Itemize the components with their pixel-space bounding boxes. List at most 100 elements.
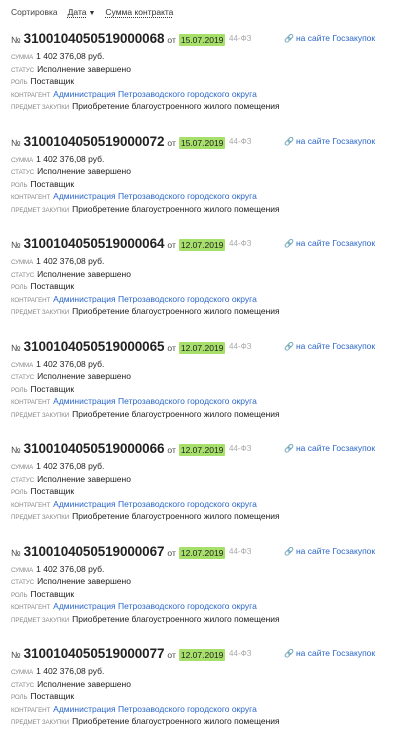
status-value: Исполнение завершено <box>37 576 131 586</box>
contract-item: № 3100104050519000068 от 15.07.2019 44-Ф… <box>0 23 400 126</box>
link-icon: 🔗 <box>284 649 294 658</box>
procurement-site-link[interactable]: 🔗 на сайте Госзакупок <box>284 136 375 146</box>
subject-label: ПРЕДМЕТ ЗАКУПКИ <box>11 411 70 419</box>
status-value: Исполнение завершено <box>37 166 131 176</box>
sum-label: СУММА <box>11 566 34 574</box>
procurement-site-link-label: на сайте Госзакупок <box>295 135 376 146</box>
contract-header: № 3100104050519000072 от 15.07.2019 44-Ф… <box>11 126 400 154</box>
sum-row: СУММА 1 402 376,08 руб. <box>11 461 400 474</box>
role-label: РОЛЬ <box>11 284 28 291</box>
counterparty-link[interactable]: Администрация Петрозаводского городского… <box>53 89 257 99</box>
role-label: РОЛЬ <box>11 591 28 599</box>
contract-number: 3100104050519000067 <box>23 543 165 559</box>
sum-value: 1 402 376,08 руб. <box>36 563 105 574</box>
subject-label: ПРЕДМЕТ ЗАКУПКИ <box>11 514 70 521</box>
status-value: Исполнение завершено <box>37 678 131 689</box>
contract-date: 12.07.2019 <box>178 546 226 559</box>
role-value: Поставщик <box>30 281 75 291</box>
sum-value: 1 402 376,08 руб. <box>36 461 105 471</box>
number-prefix: № <box>11 445 21 455</box>
status-row: СТАТУС Исполнение завершено <box>11 166 400 179</box>
link-icon: 🔗 <box>284 239 294 248</box>
number-prefix: № <box>11 547 21 558</box>
sum-label: СУММА <box>11 156 34 164</box>
counterparty-link[interactable]: Администрация Петрозаводского городского… <box>53 294 257 304</box>
contract-item: № 3100104050519000072 от 15.07.2019 44-Ф… <box>0 126 400 229</box>
counterparty-link[interactable]: Администрация Петрозаводского городского… <box>53 396 257 406</box>
status-row: СТАТУС Исполнение завершено <box>11 474 400 487</box>
link-icon: 🔗 <box>284 546 294 556</box>
contract-number: 3100104050519000066 <box>23 441 165 456</box>
role-label: РОЛЬ <box>11 489 28 496</box>
status-label: СТАТУС <box>11 374 35 381</box>
sum-row: СУММА 1 402 376,08 руб. <box>11 51 400 64</box>
subject-row: ПРЕДМЕТ ЗАКУПКИ Приобретение благоустроен… <box>11 409 400 422</box>
contract-item: № 3100104050519000066 от 12.07.2019 44-Ф… <box>0 433 400 536</box>
role-row: РОЛЬ Поставщик <box>11 281 400 294</box>
procurement-site-link[interactable]: 🔗 на сайте Госзакупок <box>284 341 375 351</box>
role-value: Поставщик <box>30 691 75 701</box>
procurement-site-link[interactable]: 🔗 на сайте Госзакупок <box>284 33 375 43</box>
status-row: СТАТУС Исполнение завершено <box>11 576 400 589</box>
counterparty-link[interactable]: Администрация Петрозаводского городского… <box>53 191 257 201</box>
subject-value: Приобретение благоустроенного жилого пом… <box>72 511 280 521</box>
sum-label: СУММА <box>11 464 34 471</box>
role-value: Поставщик <box>30 486 75 496</box>
subject-label: ПРЕДМЕТ ЗАКУПКИ <box>11 309 70 316</box>
role-row: РОЛЬ Поставщик <box>11 384 400 397</box>
counterparty-label: КОНТРАГЕНТ <box>11 194 51 201</box>
contract-number: 3100104050519000068 <box>23 31 165 46</box>
sum-value: 1 402 376,08 руб. <box>36 51 105 61</box>
role-label: РОЛЬ <box>11 386 28 394</box>
procurement-site-link[interactable]: 🔗 на сайте Госзакупок <box>284 238 375 248</box>
number-prefix: № <box>11 650 21 660</box>
contract-date: 12.07.2019 <box>178 649 226 661</box>
contract-number: 3100104050519000077 <box>23 646 165 661</box>
sum-row: СУММА 1 402 376,08 руб. <box>11 564 400 577</box>
contract-header: № 3100104050519000067 от 12.07.2019 44-Ф… <box>11 536 400 564</box>
procurement-site-link-label: на сайте Госзакупок <box>295 340 376 351</box>
sum-value: 1 402 376,08 руб. <box>36 358 105 369</box>
subject-row: ПРЕДМЕТ ЗАКУПКИ Приобретение благоустроен… <box>11 204 400 217</box>
role-row: РОЛЬ Поставщик <box>11 76 400 89</box>
counterparty-label: КОНТРАГЕНТ <box>11 604 51 611</box>
date-prefix: от <box>167 137 176 148</box>
counterparty-link[interactable]: Администрация Петрозаводского городского… <box>53 499 257 509</box>
number-prefix: № <box>11 137 21 148</box>
procurement-site-link-label: на сайте Госзакупок <box>295 443 376 453</box>
date-prefix: от <box>167 35 176 45</box>
contract-header: № 3100104050519000064 от 12.07.2019 44-Ф… <box>11 228 400 256</box>
procurement-site-link[interactable]: 🔗 на сайте Госзакупок <box>284 648 375 658</box>
procurement-site-link-label: на сайте Госзакупок <box>295 545 376 556</box>
sort-by-amount[interactable]: Сумма контракта <box>105 7 173 17</box>
procurement-site-link-label: на сайте Госзакупок <box>295 238 376 248</box>
status-row: СТАТУС Исполнение завершено <box>11 679 400 692</box>
law-badge: 44-ФЗ <box>229 239 252 248</box>
subject-value: Приобретение благоустроенного жилого пом… <box>72 101 280 111</box>
subject-row: ПРЕДМЕТ ЗАКУПКИ Приобретение благоустроен… <box>11 614 400 627</box>
subject-value: Приобретение благоустроенного жилого пом… <box>72 716 280 726</box>
subject-row: ПРЕДМЕТ ЗАКУПКИ Приобретение благоустроен… <box>11 716 400 729</box>
sum-row: СУММА 1 402 376,08 руб. <box>11 359 400 372</box>
counterparty-link[interactable]: Администрация Петрозаводского городского… <box>53 704 257 714</box>
sort-by-date[interactable]: Дата ▼ <box>68 7 96 17</box>
contract-number: 3100104050519000064 <box>23 236 165 251</box>
contract-list: № 3100104050519000068 от 15.07.2019 44-Ф… <box>0 23 400 741</box>
contract-item: № 3100104050519000065 от 12.07.2019 44-Ф… <box>0 331 400 434</box>
procurement-site-link[interactable]: 🔗 на сайте Госзакупок <box>284 546 375 556</box>
sum-value: 1 402 376,08 руб. <box>36 666 105 676</box>
counterparty-row: КОНТРАГЕНТ Администрация Петрозаводского … <box>11 89 400 102</box>
status-label: СТАТУС <box>11 169 35 176</box>
sum-value: 1 402 376,08 руб. <box>36 256 105 266</box>
counterparty-label: КОНТРАГЕНТ <box>11 501 51 509</box>
sum-row: СУММА 1 402 376,08 руб. <box>11 256 400 269</box>
subject-label: ПРЕДМЕТ ЗАКУПКИ <box>11 206 70 214</box>
procurement-site-link[interactable]: 🔗 на сайте Госзакупок <box>284 443 375 453</box>
counterparty-label: КОНТРАГЕНТ <box>11 91 51 99</box>
link-icon: 🔗 <box>284 444 294 453</box>
counterparty-link[interactable]: Администрация Петрозаводского городского… <box>53 601 257 611</box>
status-value: Исполнение завершено <box>37 63 131 74</box>
subject-row: ПРЕДМЕТ ЗАКУПКИ Приобретение благоустроен… <box>11 101 400 114</box>
link-icon: 🔗 <box>284 341 294 351</box>
sum-label: СУММА <box>11 259 34 266</box>
